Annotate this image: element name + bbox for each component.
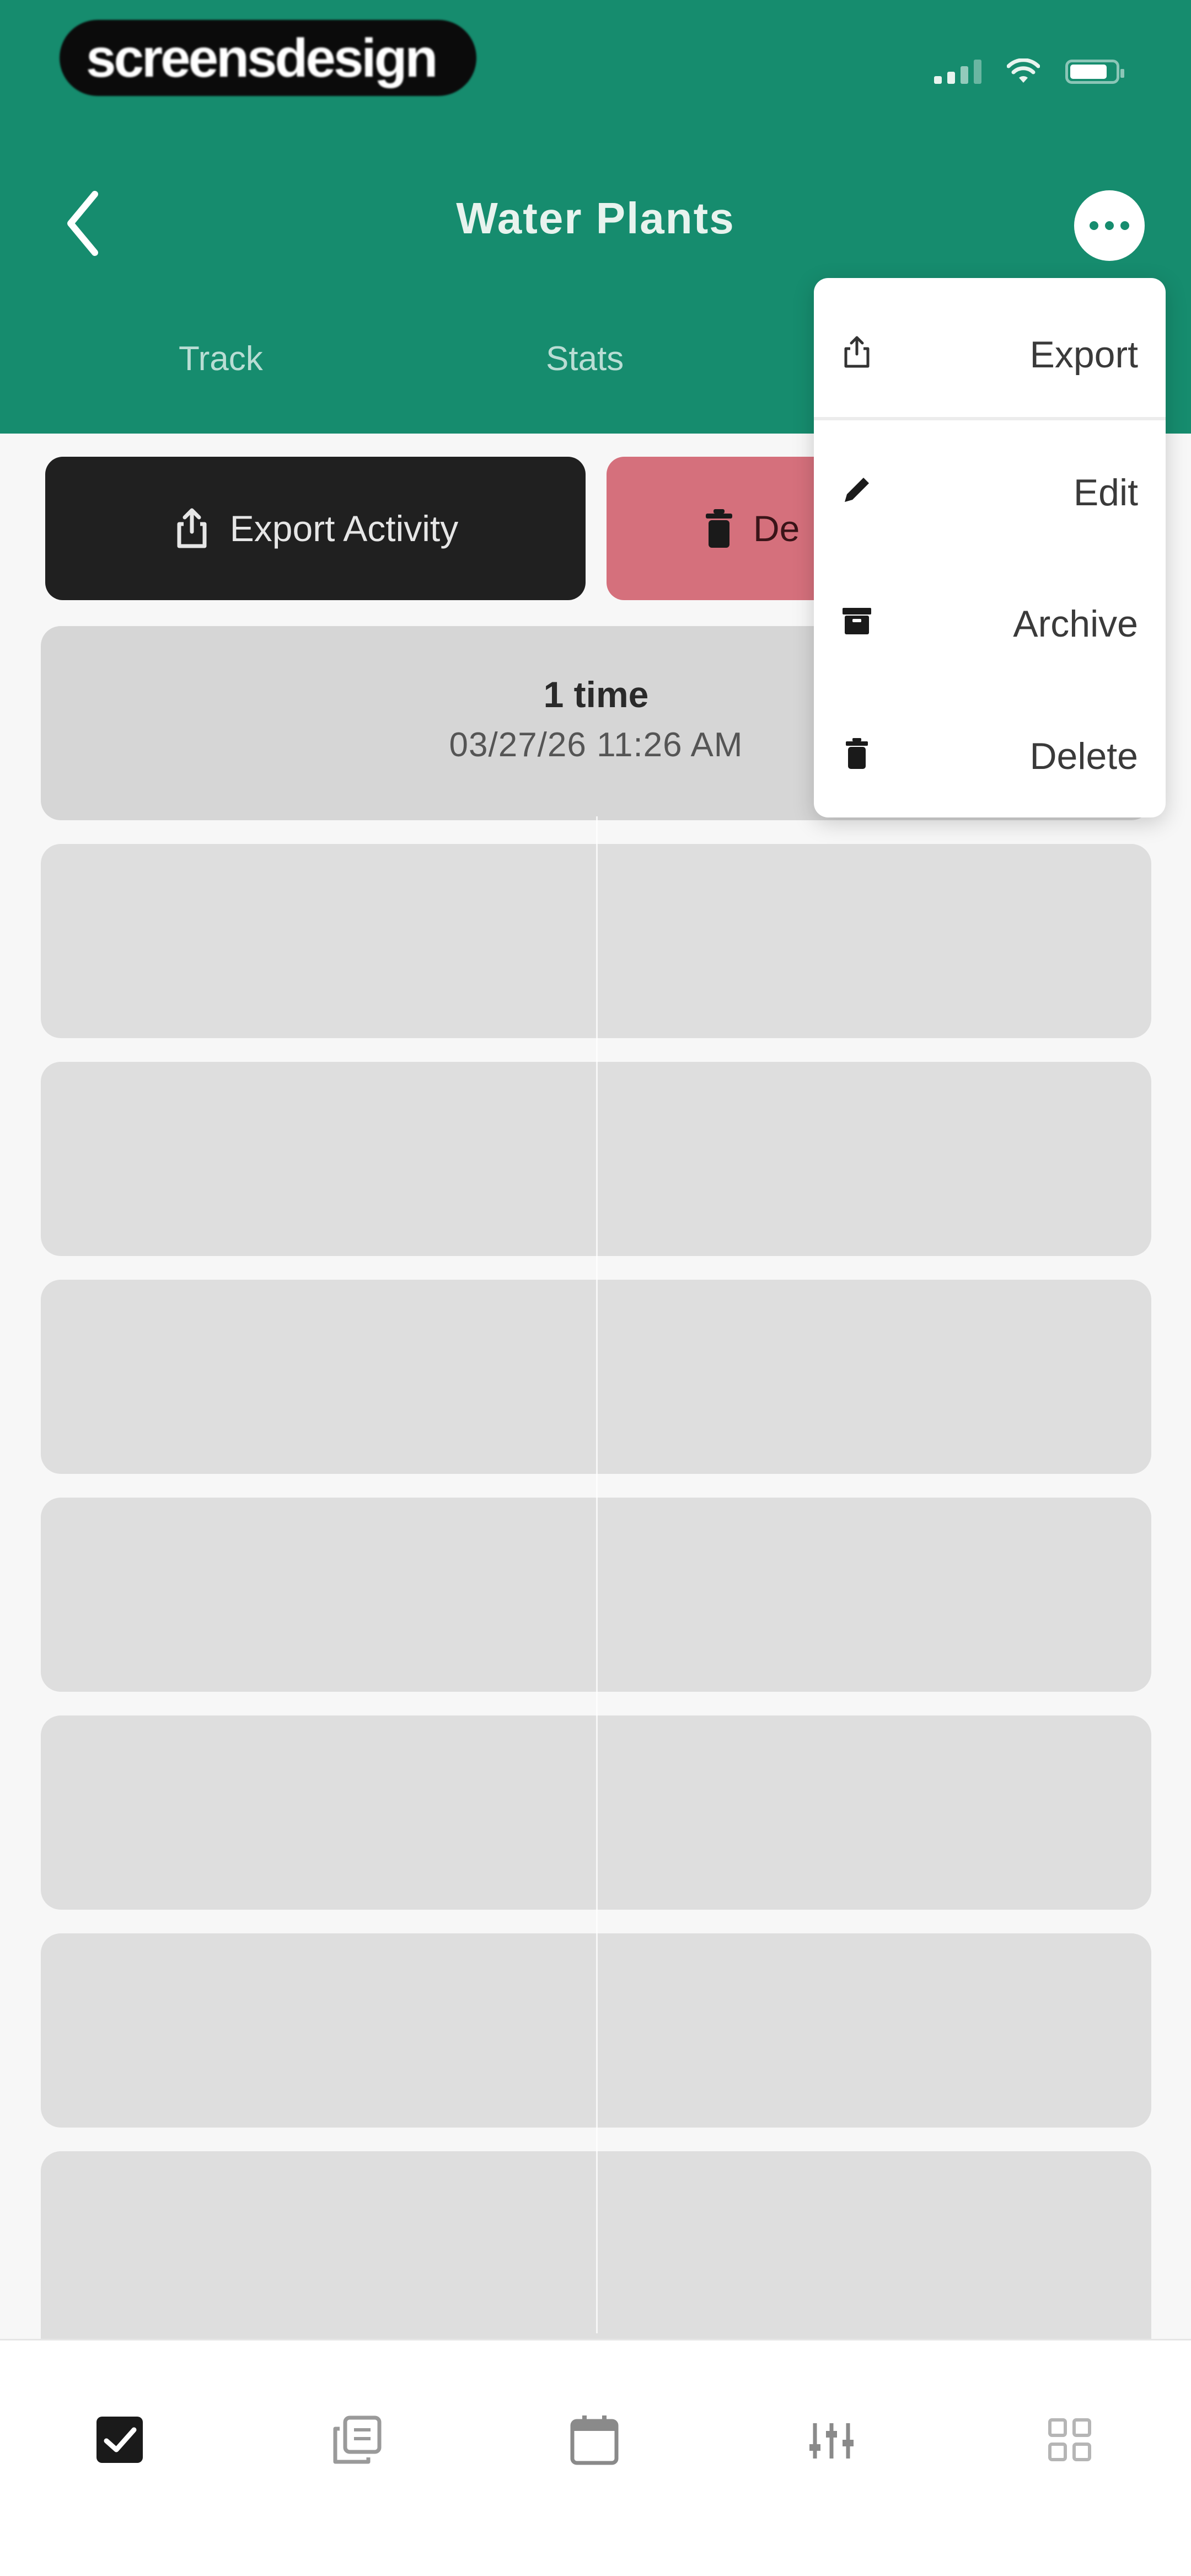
screensdesign-badge: screensdesign — [60, 20, 476, 96]
center-divider — [596, 816, 598, 2333]
checkbox-icon[interactable] — [92, 2412, 147, 2467]
menu-label-archive: Archive — [1013, 603, 1138, 645]
menu-item-archive[interactable]: Archive — [814, 565, 1166, 675]
delete-label: De — [753, 508, 800, 549]
grid-icon[interactable] — [1042, 2412, 1097, 2467]
trash-icon — [706, 509, 732, 548]
export-activity-label: Export Activity — [229, 508, 459, 549]
bottom-tab-bar — [0, 2339, 1191, 2576]
share-icon — [177, 508, 207, 548]
wifi-icon — [1007, 58, 1040, 83]
menu-item-edit[interactable]: Edit — [814, 434, 1166, 544]
menu-item-delete[interactable]: Delete — [814, 697, 1166, 808]
menu-divider — [814, 417, 1166, 420]
ellipsis-icon[interactable] — [1074, 190, 1145, 261]
options-menu: Export Edit Archive Delete — [814, 278, 1166, 817]
menu-item-export[interactable]: Export — [814, 296, 1166, 406]
status-icons — [934, 51, 1124, 84]
calendar-icon[interactable] — [567, 2412, 622, 2467]
export-activity-button[interactable]: Export Activity — [45, 457, 586, 600]
battery-icon — [1065, 60, 1124, 84]
menu-label-edit: Edit — [1073, 472, 1138, 514]
tab-stats[interactable]: Stats — [546, 339, 624, 378]
signal-icon — [934, 57, 981, 84]
tab-track[interactable]: Track — [179, 339, 263, 378]
share-icon — [844, 336, 870, 368]
page-title: Water Plants — [456, 194, 735, 243]
trash-icon — [846, 738, 868, 769]
archive-icon — [843, 608, 871, 634]
pencil-icon — [845, 478, 869, 502]
copy-icon[interactable] — [330, 2412, 385, 2467]
menu-label-delete: Delete — [1029, 735, 1138, 777]
menu-label-export: Export — [1029, 334, 1138, 376]
sliders-icon[interactable] — [804, 2412, 859, 2467]
